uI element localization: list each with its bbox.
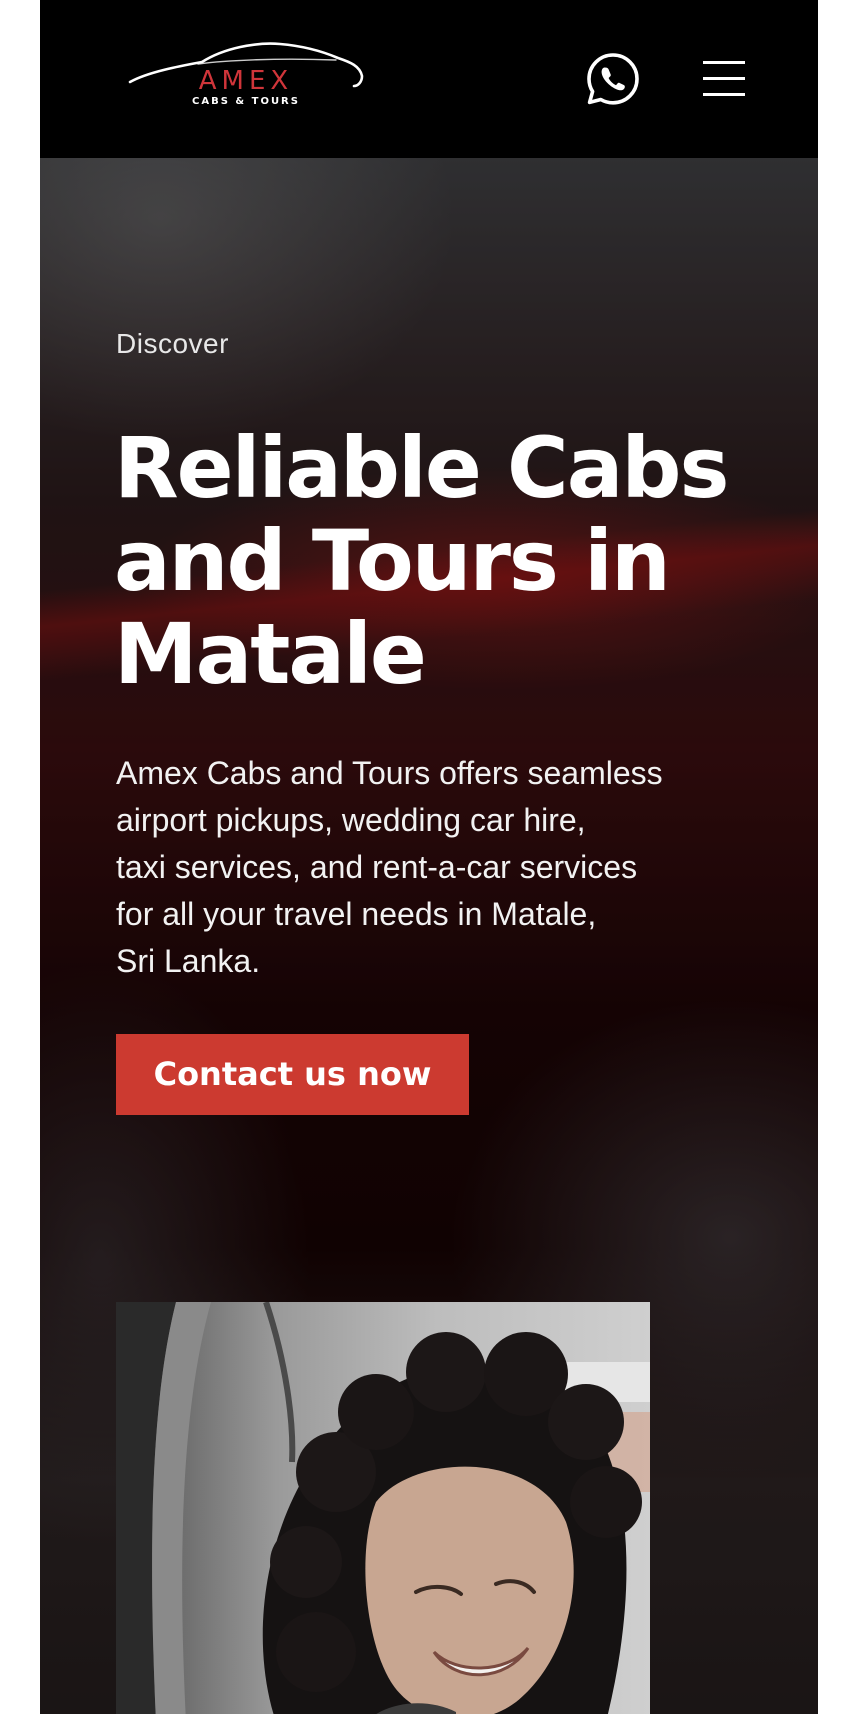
- site-header: AMEX CABS & TOURS: [40, 0, 818, 158]
- logo-tagline: CABS & TOURS: [192, 96, 300, 107]
- headline-line: and Tours in: [114, 512, 671, 610]
- description-line: for all your travel needs in Matale,: [116, 896, 597, 932]
- description-line: airport pickups, wedding car hire,: [116, 802, 586, 838]
- headline-line: Reliable Cabs: [114, 419, 730, 517]
- site-logo[interactable]: AMEX CABS & TOURS: [128, 38, 364, 114]
- hero-headline: Reliable Cabs and Tours in Matale: [114, 422, 754, 701]
- headline-line: Matale: [114, 605, 427, 703]
- hero-section: Discover Reliable Cabs and Tours in Mata…: [40, 158, 818, 1714]
- hero-photo-woman-in-car: [116, 1302, 650, 1714]
- page: AMEX CABS & TOURS Discover Reliable Cabs…: [40, 0, 818, 1714]
- description-line: taxi services, and rent-a-car services: [116, 849, 638, 885]
- hero-eyebrow: Discover: [116, 328, 229, 359]
- contact-us-button[interactable]: Contact us now: [116, 1034, 469, 1115]
- whatsapp-icon: [587, 53, 639, 105]
- hero-description: Amex Cabs and Tours offers seamless airp…: [116, 750, 776, 985]
- description-line: Sri Lanka.: [116, 943, 261, 979]
- whatsapp-button[interactable]: [585, 51, 641, 107]
- logo-name: AMEX: [198, 66, 294, 96]
- description-line: Amex Cabs and Tours offers seamless: [116, 755, 663, 791]
- woman-photo-illustration: [116, 1302, 650, 1714]
- menu-button[interactable]: [703, 61, 747, 97]
